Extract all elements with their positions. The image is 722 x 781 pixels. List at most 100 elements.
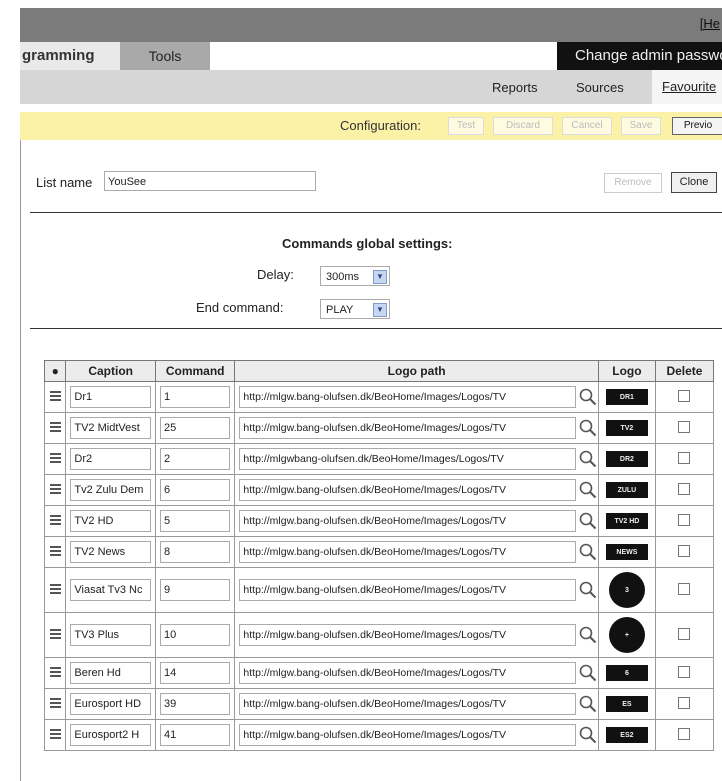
list-name-input[interactable]: YouSee — [104, 171, 316, 191]
caption-input[interactable]: Eurosport2 H — [70, 724, 151, 746]
search-icon[interactable] — [578, 580, 598, 600]
command-input[interactable]: 1 — [159, 386, 231, 408]
caption-input[interactable]: TV2 News — [70, 541, 151, 563]
drag-handle[interactable] — [43, 412, 67, 444]
delete-checkbox[interactable] — [678, 389, 691, 402]
logo-path-input[interactable]: http://mlgw.bang-olufsen.dk/BeoHome/Imag… — [239, 510, 576, 532]
logo-path-input[interactable]: http://mlgw.bang-olufsen.dk/BeoHome/Imag… — [239, 724, 576, 746]
delete-checkbox[interactable] — [678, 582, 691, 595]
logo-path-input[interactable]: http://mlgw.bang-olufsen.dk/BeoHome/Imag… — [239, 579, 576, 601]
search-icon[interactable] — [578, 418, 598, 438]
delete-checkbox[interactable] — [678, 544, 691, 557]
drag-handle[interactable] — [43, 381, 67, 413]
subnav-reports[interactable]: Reports — [492, 80, 538, 95]
command-input[interactable]: 9 — [159, 579, 231, 601]
caption-input[interactable]: Eurosport HD — [70, 693, 151, 715]
logo-path-input[interactable]: http://mlgwbang-olufsen.dk/BeoHome/Image… — [239, 448, 576, 470]
channel-logo-text: ES2 — [620, 731, 634, 739]
channel-logo: + — [608, 617, 645, 653]
drag-handle[interactable] — [43, 612, 67, 658]
delay-select[interactable]: 300ms ▼ — [320, 266, 390, 286]
channel-logo: DR2 — [605, 451, 648, 467]
caption-input[interactable]: Beren Hd — [70, 662, 151, 684]
command-input[interactable]: 41 — [159, 724, 231, 746]
tab-programming[interactable]: gramming — [20, 42, 120, 70]
drag-handle[interactable] — [43, 567, 67, 613]
end-command-value: PLAY — [326, 304, 354, 316]
drag-handle[interactable] — [43, 688, 67, 720]
search-icon[interactable] — [578, 725, 598, 745]
subnav-favourites[interactable]: Favourite — [652, 70, 722, 104]
caption-input[interactable]: Dr1 — [70, 386, 151, 408]
save-button[interactable]: Save — [621, 117, 661, 135]
change-admin-password-button[interactable]: Change admin passwor — [557, 42, 722, 70]
command-input[interactable]: 39 — [159, 693, 231, 715]
caption-input[interactable]: TV3 Plus — [70, 624, 151, 646]
channel-logo: TV2 HD — [605, 513, 648, 529]
help-link[interactable]: [He — [700, 16, 720, 31]
caption-input[interactable]: TV2 HD — [70, 510, 151, 532]
logo-path-input[interactable]: http://mlgw.bang-olufsen.dk/BeoHome/Imag… — [239, 541, 576, 563]
delete-checkbox[interactable] — [678, 482, 691, 495]
search-icon[interactable] — [578, 387, 598, 407]
search-icon[interactable] — [578, 449, 598, 469]
command-input[interactable]: 14 — [159, 662, 231, 684]
table-row: TV2 HD 5 http://mlgw.bang-olufsen.dk/Beo… — [43, 505, 715, 537]
channel-logo: ES — [605, 696, 648, 712]
logo-cell: 6 — [597, 657, 656, 689]
drag-handle[interactable] — [43, 443, 67, 475]
delete-checkbox[interactable] — [678, 420, 691, 433]
table-row: Viasat Tv3 Nc 9 http://mlgw.bang-olufsen… — [43, 567, 715, 613]
caption-input[interactable]: Viasat Tv3 Nc — [70, 579, 151, 601]
caption-cell: Eurosport HD — [65, 688, 156, 720]
drag-handle[interactable] — [43, 657, 67, 689]
delete-checkbox[interactable] — [678, 727, 691, 740]
logo-path-input[interactable]: http://mlgw.bang-olufsen.dk/BeoHome/Imag… — [239, 386, 576, 408]
header-command: Command — [154, 360, 236, 382]
search-icon[interactable] — [578, 480, 598, 500]
drag-handle[interactable] — [43, 536, 67, 568]
tab-tools[interactable]: Tools — [120, 42, 210, 70]
remove-button[interactable]: Remove — [604, 173, 662, 193]
caption-input[interactable]: TV2 MidtVest — [70, 417, 151, 439]
command-input[interactable]: 25 — [159, 417, 231, 439]
delete-checkbox[interactable] — [678, 696, 691, 709]
search-icon[interactable] — [578, 694, 598, 714]
drag-handle-icon — [49, 627, 61, 641]
preview-button[interactable]: Previo — [672, 117, 722, 135]
subnav-sources[interactable]: Sources — [576, 80, 624, 95]
delete-checkbox[interactable] — [678, 451, 691, 464]
test-button[interactable]: Test — [448, 117, 484, 135]
clone-button[interactable]: Clone — [671, 172, 717, 193]
logo-path-input[interactable]: http://mlgw.bang-olufsen.dk/BeoHome/Imag… — [239, 624, 576, 646]
command-cell: 5 — [154, 505, 236, 537]
logo-cell: NEWS — [597, 536, 656, 568]
command-input[interactable]: 6 — [159, 479, 231, 501]
command-input[interactable]: 2 — [159, 448, 231, 470]
delete-checkbox[interactable] — [678, 627, 691, 640]
discard-button[interactable]: Discard — [493, 117, 553, 135]
command-input[interactable]: 10 — [159, 624, 231, 646]
drag-handle[interactable] — [43, 719, 67, 751]
search-icon[interactable] — [578, 511, 598, 531]
drag-handle-icon — [49, 513, 61, 527]
caption-input[interactable]: Dr2 — [70, 448, 151, 470]
delete-checkbox[interactable] — [678, 513, 691, 526]
end-command-select[interactable]: PLAY ▼ — [320, 299, 390, 319]
search-icon[interactable] — [578, 663, 598, 683]
search-icon[interactable] — [578, 542, 598, 562]
logo-path-input[interactable]: http://mlgw.bang-olufsen.dk/BeoHome/Imag… — [239, 417, 576, 439]
caption-input[interactable]: Tv2 Zulu Dem — [70, 479, 151, 501]
command-cell: 14 — [154, 657, 236, 689]
drag-handle[interactable] — [43, 474, 67, 506]
drag-handle[interactable] — [43, 505, 67, 537]
logo-path-input[interactable]: http://mlgw.bang-olufsen.dk/BeoHome/Imag… — [239, 662, 576, 684]
channel-logo: 3 — [608, 572, 645, 608]
search-icon[interactable] — [578, 625, 598, 645]
command-input[interactable]: 5 — [159, 510, 231, 532]
logo-path-input[interactable]: http://mlgw.bang-olufsen.dk/BeoHome/Imag… — [239, 479, 576, 501]
delete-checkbox[interactable] — [678, 665, 691, 678]
cancel-button[interactable]: Cancel — [562, 117, 612, 135]
logo-path-input[interactable]: http://mlgw.bang-olufsen.dk/BeoHome/Imag… — [239, 693, 576, 715]
command-input[interactable]: 8 — [159, 541, 231, 563]
